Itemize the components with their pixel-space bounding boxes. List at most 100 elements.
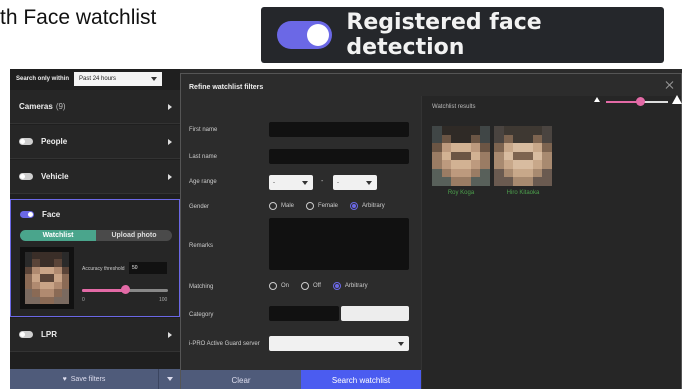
lpr-toggle[interactable] xyxy=(19,331,33,338)
remarks-textarea[interactable] xyxy=(269,218,409,270)
face-mosaic-block xyxy=(480,151,490,161)
age-from-select[interactable]: - xyxy=(269,175,313,190)
lpr-label: LPR xyxy=(41,330,57,339)
face-mosaic-block xyxy=(47,266,55,275)
face-mosaic-block xyxy=(25,281,33,290)
gender-female-radio[interactable]: Female xyxy=(306,202,338,210)
face-mosaic-block xyxy=(494,160,504,169)
face-mosaic-block xyxy=(470,160,481,169)
pixelated-face-image xyxy=(25,252,69,304)
category-field[interactable] xyxy=(269,306,339,321)
face-mosaic-block xyxy=(441,177,452,186)
sidebar-item-people[interactable]: People xyxy=(10,125,180,159)
face-mosaic-block xyxy=(32,266,40,275)
face-mosaic-block xyxy=(461,177,471,186)
matching-off-radio[interactable]: Off xyxy=(301,282,321,290)
face-mosaic-block xyxy=(532,151,543,161)
face-mosaic-block xyxy=(54,296,62,304)
age-to-select[interactable]: - xyxy=(333,175,377,190)
face-mosaic-block xyxy=(54,281,62,290)
zoom-slider-fill xyxy=(606,101,640,103)
face-mosaic-block xyxy=(432,151,442,161)
save-filters-dropdown[interactable] xyxy=(158,369,180,389)
gender-options: Male Female Arbitrary xyxy=(269,202,397,210)
face-mosaic-block xyxy=(470,168,481,178)
close-icon[interactable] xyxy=(665,80,675,90)
zoom-slider-handle[interactable] xyxy=(636,97,645,106)
pixelated-face-image xyxy=(494,126,552,186)
face-mosaic-block xyxy=(25,266,33,275)
face-mosaic-block xyxy=(542,151,552,161)
first-name-field[interactable] xyxy=(269,122,409,137)
result-card[interactable] xyxy=(494,126,552,186)
face-label: Face xyxy=(42,210,61,219)
category-label: Category xyxy=(189,312,214,318)
face-detection-toggle[interactable] xyxy=(277,21,333,49)
time-range-select[interactable]: Past 24 hours xyxy=(74,72,163,86)
face-mosaic-block xyxy=(451,126,461,135)
people-label: People xyxy=(41,137,68,146)
face-mosaic-block xyxy=(513,143,523,152)
face-mosaic-block xyxy=(470,143,481,152)
save-filters-button[interactable]: ♥ Save filters xyxy=(10,369,158,389)
face-mosaic-block xyxy=(32,252,40,260)
sidebar-item-vehicle[interactable]: Vehicle xyxy=(10,160,180,194)
sidebar-item-cameras[interactable]: Cameras (9) xyxy=(10,90,180,124)
remarks-label: Remarks xyxy=(189,243,214,249)
face-mosaic-block xyxy=(480,143,490,152)
face-mosaic-block xyxy=(461,168,471,178)
last-name-field[interactable] xyxy=(269,149,409,164)
radio-dot xyxy=(350,202,359,210)
face-mosaic-block xyxy=(461,126,471,135)
face-mosaic-block xyxy=(523,160,533,169)
matching-on-radio[interactable]: On xyxy=(269,282,289,290)
matching-on-label: On xyxy=(281,283,290,289)
face-mosaic-block xyxy=(54,289,62,297)
result-card[interactable] xyxy=(432,126,490,186)
face-mosaic-block xyxy=(47,259,55,267)
gender-label: Gender xyxy=(189,204,210,210)
face-mosaic-block xyxy=(61,296,69,304)
face-mosaic-block xyxy=(61,266,69,275)
server-select[interactable] xyxy=(269,336,409,351)
face-mosaic-block xyxy=(441,134,452,144)
people-toggle[interactable] xyxy=(19,138,33,145)
clear-button[interactable]: Clear xyxy=(181,370,301,389)
sidebar-item-lpr[interactable]: LPR xyxy=(10,318,180,352)
face-mosaic-block xyxy=(480,126,490,135)
chevron-right-icon xyxy=(168,139,172,145)
tab-upload-photo[interactable]: Upload photo xyxy=(96,230,172,241)
face-mosaic-block xyxy=(480,134,490,144)
gender-male-radio[interactable]: Male xyxy=(269,202,294,210)
face-mosaic-block xyxy=(513,160,523,169)
face-mosaic-block xyxy=(470,134,481,144)
face-mosaic-block xyxy=(25,252,33,260)
gender-arbitrary-radio[interactable]: Arbitrary xyxy=(350,202,385,210)
face-mosaic-block xyxy=(451,160,461,169)
face-mosaic-block xyxy=(542,168,552,178)
face-mosaic-block xyxy=(39,259,47,267)
face-mosaic-block xyxy=(54,266,62,275)
matching-arbitrary-radio[interactable]: Arbitrary xyxy=(332,282,368,290)
search-watchlist-button[interactable]: Search watchlist xyxy=(301,370,421,389)
cameras-count: (9) xyxy=(55,102,66,111)
vehicle-toggle[interactable] xyxy=(19,173,33,180)
tab-watchlist[interactable]: Watchlist xyxy=(20,230,96,241)
face-toggle[interactable] xyxy=(20,211,34,218)
slider-min-label: 0 xyxy=(82,297,85,303)
face-mosaic-block xyxy=(542,177,552,186)
face-mosaic-block xyxy=(494,168,504,178)
radio-dot xyxy=(301,282,310,290)
server-label: i-PRO Active Guard server xyxy=(189,341,260,347)
accuracy-threshold-input[interactable]: 50 xyxy=(129,262,167,274)
gender-arbitrary-label: Arbitrary xyxy=(362,203,385,209)
face-mosaic-block xyxy=(47,296,55,304)
face-mosaic-block xyxy=(451,143,461,152)
face-mosaic-block xyxy=(513,126,523,135)
face-mosaic-block xyxy=(480,168,490,178)
face-mosaic-block xyxy=(61,281,69,290)
face-mosaic-block xyxy=(451,168,461,178)
accuracy-slider-handle[interactable] xyxy=(121,285,130,294)
category-select[interactable] xyxy=(341,306,409,321)
face-mosaic-block xyxy=(494,151,504,161)
